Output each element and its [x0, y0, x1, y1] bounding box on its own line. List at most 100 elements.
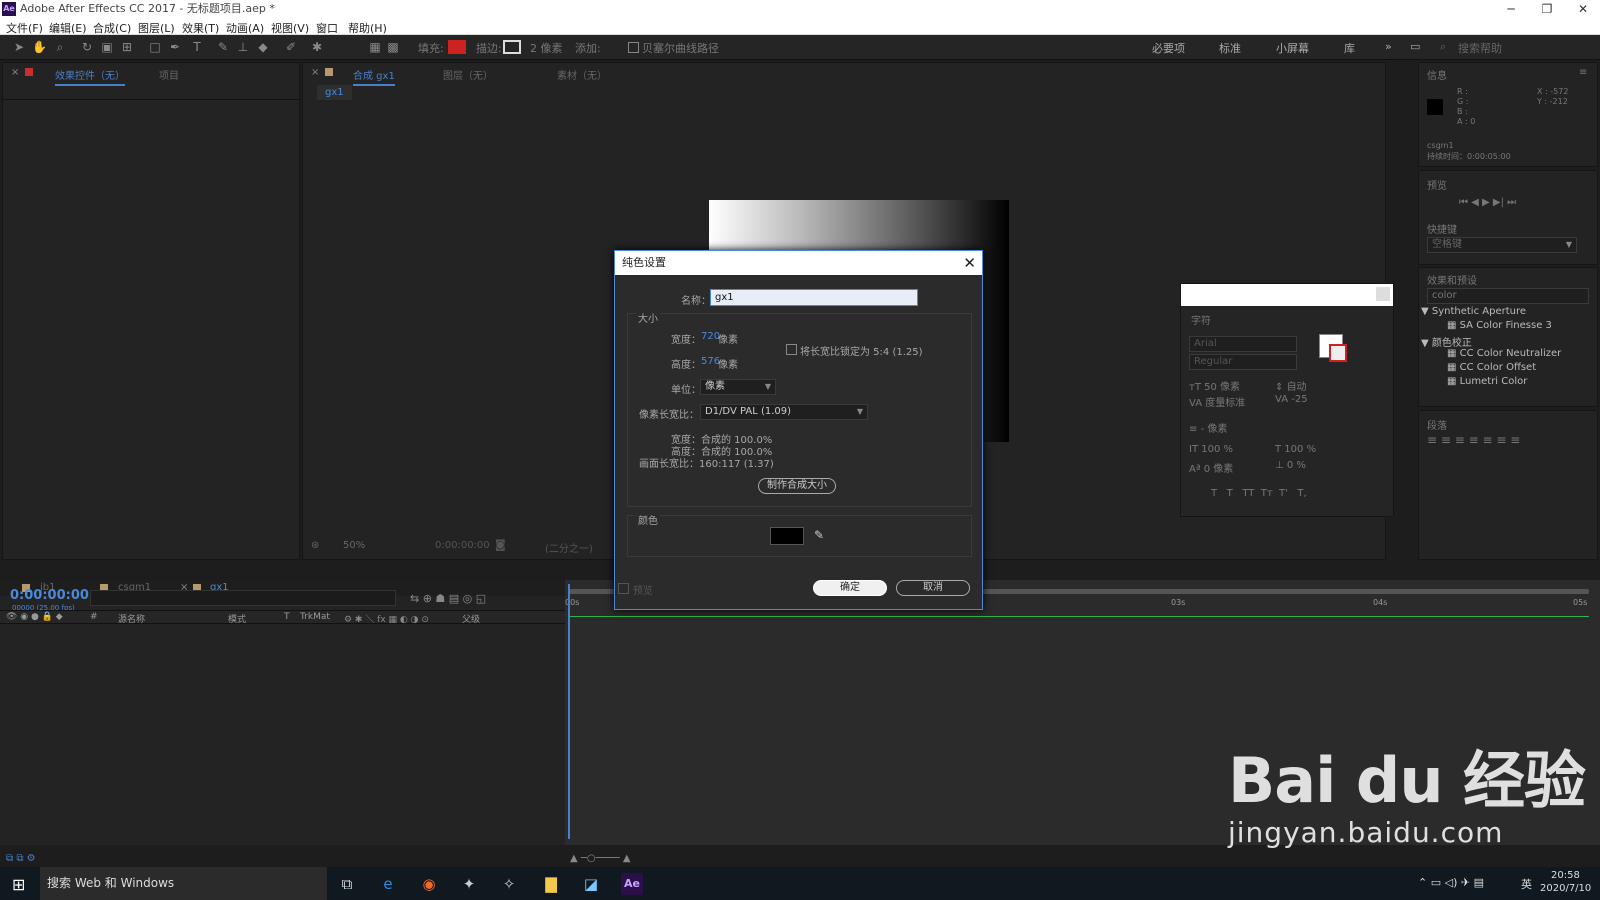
zoom-tool-icon[interactable]: ⌕: [53, 40, 67, 54]
ok-button[interactable]: 确定: [813, 580, 887, 596]
timeline-search-input[interactable]: [90, 590, 396, 606]
menu-edit[interactable]: 编辑(E): [49, 20, 87, 36]
style-caps[interactable]: TT: [1242, 488, 1254, 499]
character-close-icon[interactable]: [1376, 287, 1390, 301]
tsume[interactable]: ⊥ 0 %: [1275, 460, 1306, 471]
workspace-essentials[interactable]: 必要项: [1152, 40, 1185, 56]
menu-file[interactable]: 文件(F): [6, 20, 43, 36]
solid-name-input[interactable]: gx1: [710, 289, 918, 306]
tab-project[interactable]: 项目: [159, 67, 179, 82]
search-help-input[interactable]: 搜索帮助: [1458, 40, 1502, 56]
menu-view[interactable]: 视图(V): [271, 20, 309, 36]
text-tool-icon[interactable]: T: [190, 40, 204, 54]
font-size[interactable]: ᴛT 50 像素: [1189, 378, 1240, 393]
zoom-select[interactable]: 50%: [343, 540, 365, 551]
effect-item[interactable]: ▦ Lumetri Color: [1447, 376, 1527, 387]
panel-close-icon[interactable]: ×: [11, 67, 19, 78]
tracking[interactable]: VA -25: [1275, 394, 1308, 405]
align-icons[interactable]: ≡ ≡ ≡ ≡ ≡ ≡ ≡: [1427, 433, 1520, 447]
workspace-libraries[interactable]: 库: [1344, 40, 1355, 56]
style-superscript[interactable]: T': [1279, 488, 1288, 499]
vertical-scale[interactable]: IT 100 %: [1189, 444, 1233, 455]
horizontal-scale[interactable]: T 100 %: [1275, 444, 1316, 455]
style-small-caps[interactable]: Tт: [1261, 488, 1273, 499]
font-style-select[interactable]: Regular: [1189, 354, 1297, 370]
pen-tool-icon[interactable]: ✒: [168, 40, 182, 54]
firefox-icon[interactable]: ◉: [418, 873, 440, 895]
snapshot-icon[interactable]: ◙: [495, 538, 506, 551]
menu-composition[interactable]: 合成(C): [93, 20, 131, 36]
taskbar-search-input[interactable]: 搜索 Web 和 Windows: [40, 867, 327, 900]
font-family-select[interactable]: Arial: [1189, 336, 1297, 352]
after-effects-taskbar-icon[interactable]: Ae: [621, 873, 643, 895]
zoom-slider-icon[interactable]: ▲ ─○──── ▲: [570, 853, 631, 864]
effects-group-synthetic[interactable]: ▼ Synthetic Aperture: [1421, 306, 1526, 317]
shortcut-select[interactable]: 空格键 ▼: [1427, 237, 1577, 253]
app-icon[interactable]: ✦: [458, 873, 480, 895]
menu-help[interactable]: 帮助(H): [348, 20, 387, 36]
eyedropper-icon[interactable]: ✎: [814, 528, 824, 542]
text-style-buttons[interactable]: T T TT Tт T' T,: [1211, 488, 1307, 499]
app-icon[interactable]: ✧: [498, 873, 520, 895]
camera-tool-icon[interactable]: ▣: [100, 40, 114, 54]
close-window-button[interactable]: ✕: [1568, 0, 1598, 18]
style-italic[interactable]: T: [1227, 488, 1233, 499]
stroke-width[interactable]: 2 像素: [530, 40, 563, 56]
units-select[interactable]: 像素 ▼: [700, 379, 776, 395]
bezier-path-checkbox[interactable]: [628, 42, 639, 53]
baseline-shift[interactable]: Aª 0 像素: [1189, 460, 1233, 475]
cancel-button[interactable]: 取消: [896, 580, 970, 596]
workspace-standard[interactable]: 标准: [1219, 40, 1241, 56]
stroke-width-field[interactable]: ≡ - 像素: [1189, 420, 1227, 435]
minimize-button[interactable]: ─: [1496, 0, 1526, 18]
lock-aspect-checkbox[interactable]: [786, 344, 797, 355]
make-comp-size-button[interactable]: 制作合成大小: [758, 478, 836, 494]
effects-group-color-correction[interactable]: ▼ 颜色校正: [1421, 334, 1472, 349]
kerning[interactable]: VA 度量标准: [1189, 394, 1245, 409]
style-subscript[interactable]: T,: [1297, 488, 1306, 499]
file-explorer-icon[interactable]: ▇: [540, 873, 562, 895]
stroke-color-swatch[interactable]: [503, 40, 521, 54]
leading[interactable]: ⇕ 自动: [1275, 378, 1307, 393]
rectangle-tool-icon[interactable]: □: [148, 40, 162, 54]
style-bold[interactable]: T: [1211, 488, 1217, 499]
workspace-more-icon[interactable]: »: [1385, 40, 1392, 53]
dialog-close-icon[interactable]: ✕: [963, 253, 976, 273]
effects-search-input[interactable]: color: [1427, 288, 1589, 304]
puppet-tool-icon[interactable]: ✱: [310, 40, 324, 54]
clone-stamp-tool-icon[interactable]: ⊥: [236, 40, 250, 54]
timeline-switches-icons[interactable]: ⇆ ⊕ ☗ ▤ ◎ ◱: [410, 592, 486, 605]
solid-color-swatch[interactable]: [770, 527, 804, 545]
preview-checkbox[interactable]: [618, 583, 629, 594]
preview-controls-icon[interactable]: ⏮ ◀ ▶ ▶| ⏭: [1459, 197, 1516, 208]
menu-effect[interactable]: 效果(T): [182, 20, 219, 36]
selection-tool-icon[interactable]: ➤: [12, 40, 26, 54]
menu-animation[interactable]: 动画(A): [226, 20, 264, 36]
tab-footage[interactable]: 素材（无）: [557, 67, 607, 82]
always-preview-icon[interactable]: ⊛: [311, 540, 319, 551]
hand-tool-icon[interactable]: ✋: [32, 40, 47, 54]
workspace-small-screen[interactable]: 小屏幕: [1276, 40, 1309, 56]
search-help-toggle-icon[interactable]: ▭: [1410, 40, 1420, 53]
windows-start-icon[interactable]: ⊞: [12, 875, 25, 894]
tool-option-icon[interactable]: ▦: [368, 40, 382, 54]
menu-window[interactable]: 窗口: [316, 20, 338, 36]
tab-layer[interactable]: 图层（无）: [443, 67, 493, 82]
text-stroke-swatch[interactable]: [1329, 344, 1347, 362]
pan-behind-tool-icon[interactable]: ⊞: [120, 40, 134, 54]
timeline-timecode[interactable]: 0:00:00:00: [10, 588, 89, 603]
clock-date[interactable]: 2020/7/10: [1540, 883, 1591, 894]
tab-effect-controls[interactable]: 效果控件（无）: [55, 67, 125, 86]
restore-button[interactable]: ❐: [1532, 0, 1562, 18]
pixel-aspect-select[interactable]: D1/DV PAL (1.09) ▼: [700, 404, 868, 420]
effect-item[interactable]: ▦ SA Color Finesse 3: [1447, 320, 1552, 331]
ime-indicator[interactable]: 英: [1521, 876, 1532, 892]
info-menu-icon[interactable]: ≡: [1579, 67, 1587, 78]
paint-icon[interactable]: ◪: [580, 873, 602, 895]
comp-close-icon[interactable]: ×: [311, 67, 319, 78]
edge-browser-icon[interactable]: e: [377, 873, 399, 895]
brush-tool-icon[interactable]: ✎: [216, 40, 230, 54]
eraser-tool-icon[interactable]: ◆: [256, 40, 270, 54]
clock-time[interactable]: 20:58: [1551, 870, 1580, 881]
tray-icons[interactable]: ⌃ ▭ ◁) ✈ ▤: [1418, 876, 1484, 889]
